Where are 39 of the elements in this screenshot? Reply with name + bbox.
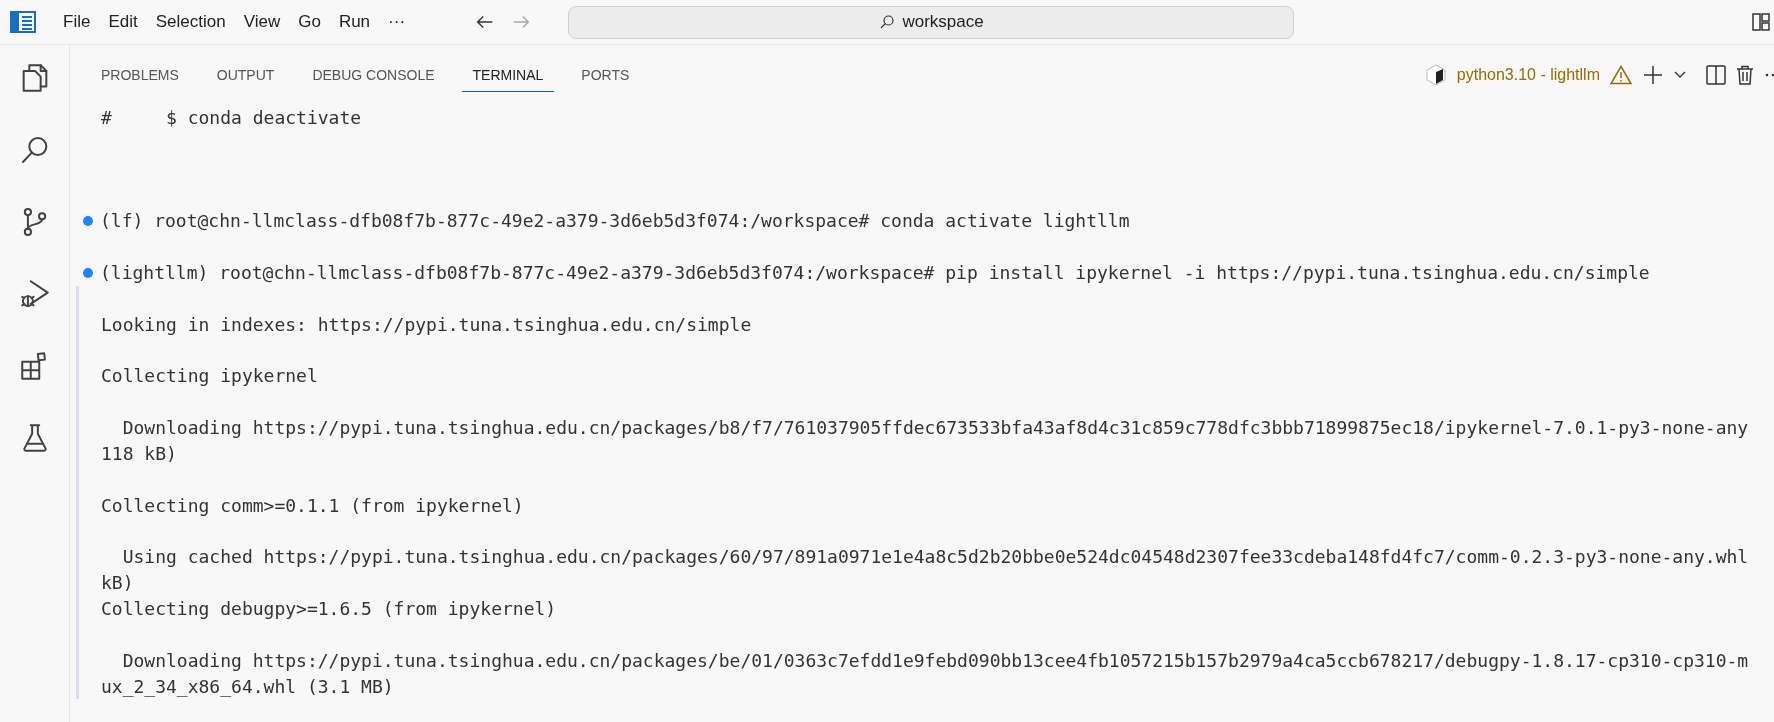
layout-icon[interactable] [1752,12,1770,32]
menu-item[interactable]: Selection [146,8,235,36]
panel-tab[interactable]: DEBUG CONSOLE [301,58,446,92]
menu-item[interactable]: Edit [99,8,147,36]
terminal-line: Collecting comm>=0.1.1 (from ipykernel) [101,493,524,518]
menu-item[interactable]: ··· [379,8,415,36]
terminal-line: # $ conda deactivate [101,106,362,130]
terminal-line: Using cached https://pypi.tuna.tsinghua.edu.cn/packages/60/97/891a0971e1e4a8c5d2b20bbe0e524dc04548d2307fee33cdeba148fd4fc7/comm-0.2.3-py3-none-any.whl [121,545,1749,570]
panel-tab[interactable]: PORTS [570,58,641,92]
search-icon [878,13,897,31]
terminal-profile[interactable]: python3.10 - lightllm [1456,66,1600,84]
terminal-line: Downloading https://pypi.tuna.tsinghua.edu.cn/packages/be/01/0363c7efdd1e9febd090bb13cee4fb1057215b157b2979a4ca5ccb678217/debugpy-1.8.17-cp310-cp310-m [121,648,1749,673]
warning-icon[interactable] [1610,65,1632,85]
terminal-line: Downloading https://pypi.tuna.tsinghua.edu.cn/packages/b8/f7/761037905ffdec673533bfa43af8d4c31c859c778dfc3bbb71899875ec18/ipykernel-7.0.1-py3-none-any [121,416,1749,441]
terminal-command: (lightllm) root@chn-llmclass-dfb08f7b-877c-49e2-a379-3d6eb5d3f074:/workspace# pip install ipykernel -i https://pypi.tuna.tsinghua.edu.cn/simple [100,261,1650,286]
command-status-dot[interactable] [83,268,93,278]
command-status-dot[interactable] [83,216,93,227]
panel-tab[interactable]: OUTPUT [205,58,286,92]
trash-icon[interactable] [1736,65,1754,85]
menu-item[interactable]: File [54,8,100,36]
command-center-search[interactable]: workspace [568,5,1295,39]
chevron-down-icon[interactable] [1674,71,1686,79]
menu-item[interactable]: Go [289,8,330,36]
terminal-line: 118 kB) [101,441,177,466]
panel-tab[interactable]: TERMINAL [461,58,555,92]
split-icon[interactable] [1706,65,1726,85]
terminal-line: Collecting debugpy>=1.6.5 (from ipykernel) [101,597,557,622]
more-icon[interactable] [1764,72,1774,78]
plus-icon[interactable] [1642,64,1664,86]
sidebar-toggle-icon[interactable] [10,11,36,33]
terminal-line: ux_2_34_x86_64.whl (3.1 MB) [101,674,394,699]
panel-tab[interactable]: PROBLEMS [90,58,190,92]
terminal-line: Collecting ipykernel [101,364,318,389]
menu-item[interactable]: View [234,8,290,36]
menu-item[interactable]: Run [329,8,380,36]
terminal-line: Looking in indexes: https://pypi.tuna.tsinghua.edu.cn/simple [101,312,752,337]
terminal-shell-icon[interactable] [1424,64,1447,86]
terminal-command: (lf) root@chn-llmclass-dfb08f7b-877c-49e2-a379-3d6eb5d3f074:/workspace# conda activate lightllm [100,209,1130,234]
terminal-line: kB) [101,571,134,596]
